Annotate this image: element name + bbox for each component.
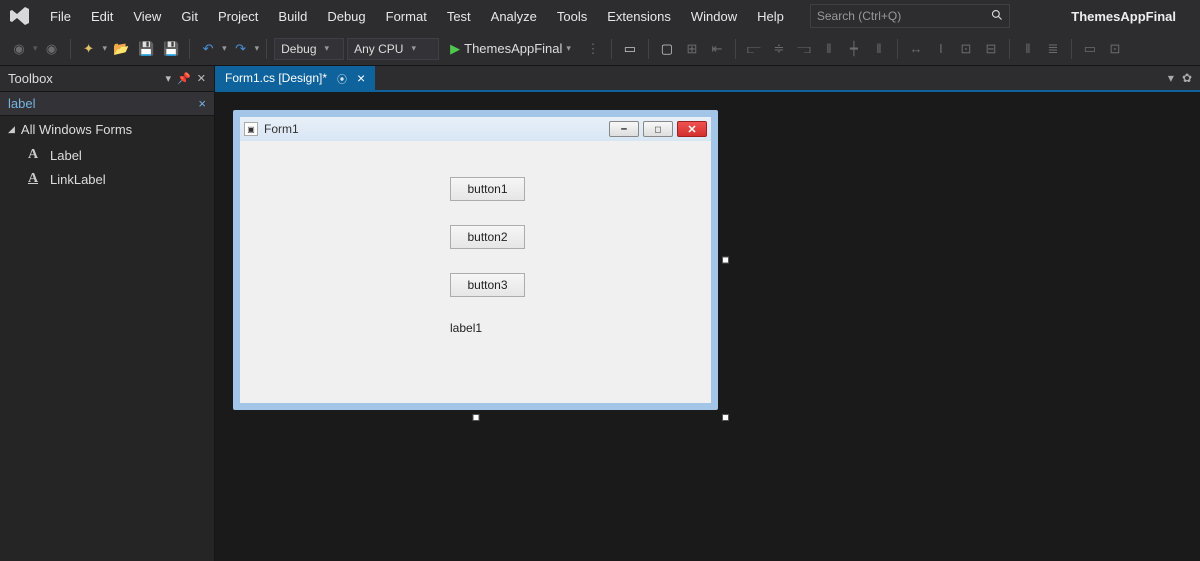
- search-input[interactable]: [817, 9, 987, 23]
- label-icon: A: [26, 147, 40, 163]
- spacing-icon-d[interactable]: ⊟: [980, 38, 1002, 60]
- window-minimize-button[interactable]: ━: [609, 121, 639, 137]
- configuration-dropdown[interactable]: Debug▾: [274, 38, 344, 60]
- menu-window[interactable]: Window: [681, 4, 747, 29]
- save-button[interactable]: 💾: [135, 38, 157, 60]
- center-icon[interactable]: ⊡: [1104, 38, 1126, 60]
- align-left-icon[interactable]: ⇤: [706, 38, 728, 60]
- nav-back-button[interactable]: ◉: [8, 38, 30, 60]
- menu-file[interactable]: File: [40, 4, 81, 29]
- save-all-button[interactable]: 💾: [160, 38, 182, 60]
- tab-order-icon[interactable]: ▭: [1079, 38, 1101, 60]
- editor-area: Form1.cs [Design]* ⦿ × ▾ ✿ ▣ Form1 ━ ◻: [215, 66, 1200, 561]
- window-close-button[interactable]: ✕: [677, 121, 707, 137]
- spacing-icon-a[interactable]: ↔: [905, 38, 927, 60]
- tab-pin-icon[interactable]: ⦿: [337, 71, 347, 86]
- tabstrip-settings-icon[interactable]: ✿: [1182, 71, 1192, 85]
- clear-search-icon[interactable]: ×: [198, 96, 206, 111]
- menubar: File Edit View Git Project Build Debug F…: [0, 0, 1200, 32]
- menu-test[interactable]: Test: [437, 4, 481, 29]
- align-icon-b[interactable]: ≑: [768, 38, 790, 60]
- toolbar: ◉ ▾ ◉ ✦ ▾ 📂 💾 💾 ↶ ▾ ↷ ▾ Debug▾ Any CPU▾ …: [0, 32, 1200, 66]
- form-button3[interactable]: button3: [450, 273, 525, 297]
- search-box[interactable]: [810, 4, 1010, 28]
- resize-handle-east[interactable]: [722, 257, 729, 264]
- form-client-area[interactable]: button1 button2 button3 label1: [240, 141, 711, 403]
- toolbox-title: Toolbox: [8, 71, 53, 86]
- redo-button[interactable]: ↷: [230, 38, 252, 60]
- menu-format[interactable]: Format: [376, 4, 437, 29]
- form1-window[interactable]: ▣ Form1 ━ ◻ ✕ button1 button2 button3 la…: [233, 110, 718, 410]
- menu-help[interactable]: Help: [747, 4, 794, 29]
- document-tabstrip: Form1.cs [Design]* ⦿ × ▾ ✿: [215, 66, 1200, 92]
- vs-logo: [6, 2, 34, 30]
- spacing-icon-c[interactable]: ⊡: [955, 38, 977, 60]
- menu-tools[interactable]: Tools: [547, 4, 597, 29]
- toolbox-panel: Toolbox ▾ 📌 ✕ label × ◢ All Windows Form…: [0, 66, 215, 561]
- menu-debug[interactable]: Debug: [317, 4, 375, 29]
- new-item-button[interactable]: ✦: [78, 38, 100, 60]
- project-name-label: ThemesAppFinal: [1053, 9, 1194, 24]
- align-icon-e[interactable]: ┿: [843, 38, 865, 60]
- form-selection-wrap: ▣ Form1 ━ ◻ ✕ button1 button2 button3 la…: [233, 110, 718, 410]
- toolbox-search-value: label: [8, 96, 35, 111]
- align-icon-d[interactable]: ‖: [818, 38, 840, 60]
- panel-close-icon[interactable]: ✕: [197, 72, 206, 85]
- menu-extensions[interactable]: Extensions: [597, 4, 681, 29]
- start-debug-button[interactable]: ▶ ThemesAppFinal ▾: [442, 38, 579, 60]
- align-icon-a[interactable]: ⫍: [743, 38, 765, 60]
- nav-forward-button[interactable]: ◉: [41, 38, 63, 60]
- linklabel-icon: A: [26, 171, 40, 187]
- toolbox-item-linklabel[interactable]: A LinkLabel: [0, 167, 214, 191]
- platform-dropdown[interactable]: Any CPU▾: [347, 38, 439, 60]
- layout-toolbar-icon-1[interactable]: ▭: [619, 38, 641, 60]
- resize-handle-south[interactable]: [472, 414, 479, 421]
- menu-view[interactable]: View: [123, 4, 171, 29]
- order-icon-a[interactable]: ‖: [1017, 38, 1039, 60]
- toolbox-search-row[interactable]: label ×: [0, 92, 214, 116]
- form-icon: ▣: [244, 122, 258, 136]
- undo-button[interactable]: ↶: [197, 38, 219, 60]
- menu-project[interactable]: Project: [208, 4, 268, 29]
- resize-handle-southeast[interactable]: [722, 414, 729, 421]
- design-surface[interactable]: ▣ Form1 ━ ◻ ✕ button1 button2 button3 la…: [215, 92, 1200, 561]
- step-button[interactable]: ⋮: [582, 38, 604, 60]
- tab-close-icon[interactable]: ×: [357, 70, 365, 86]
- form-label1[interactable]: label1: [450, 321, 711, 335]
- form-button2[interactable]: button2: [450, 225, 525, 249]
- expand-icon: ◢: [8, 124, 15, 135]
- menu-analyze[interactable]: Analyze: [481, 4, 547, 29]
- menu-edit[interactable]: Edit: [81, 4, 123, 29]
- tab-form1-design[interactable]: Form1.cs [Design]* ⦿ ×: [215, 66, 375, 90]
- align-icon-f[interactable]: ‖: [868, 38, 890, 60]
- window-maximize-button[interactable]: ◻: [643, 121, 673, 137]
- spacing-icon-b[interactable]: I: [930, 38, 952, 60]
- align-grid-icon[interactable]: ⊞: [681, 38, 703, 60]
- toolbox-group-header[interactable]: ◢ All Windows Forms: [0, 116, 214, 143]
- toolbox-item-label[interactable]: A Label: [0, 143, 214, 167]
- menu-build[interactable]: Build: [268, 4, 317, 29]
- layout-toolbar-icon-2[interactable]: ▢: [656, 38, 678, 60]
- panel-dropdown-icon[interactable]: ▾: [166, 72, 172, 85]
- form-title: Form1: [264, 122, 299, 136]
- toolbox-header: Toolbox ▾ 📌 ✕: [0, 66, 214, 92]
- play-icon: ▶: [450, 41, 460, 57]
- menu-git[interactable]: Git: [171, 4, 208, 29]
- tabstrip-menu-icon[interactable]: ▾: [1168, 71, 1174, 85]
- search-icon: [991, 9, 1003, 24]
- pin-icon[interactable]: 📌: [177, 72, 191, 85]
- form-titlebar: ▣ Form1 ━ ◻ ✕: [240, 117, 711, 141]
- form-button1[interactable]: button1: [450, 177, 525, 201]
- order-icon-b[interactable]: ≣: [1042, 38, 1064, 60]
- open-file-button[interactable]: 📂: [110, 38, 132, 60]
- align-icon-c[interactable]: ⫎: [793, 38, 815, 60]
